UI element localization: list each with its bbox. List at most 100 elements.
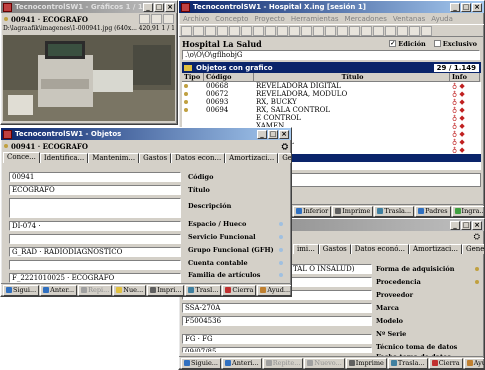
servicio-field[interactable] [9,234,181,244]
tab-gastos[interactable]: Gastos [139,153,172,163]
toolbar-icon[interactable] [349,25,360,36]
toolbar-icon[interactable] [205,25,216,36]
anterior-button[interactable]: Anteri... [222,357,262,369]
maximize-button[interactable]: □ [268,129,278,139]
inferior-button[interactable]: Inferior [293,205,332,217]
edicion-checkbox[interactable]: ✓ [389,40,397,47]
tab-mantenimiento[interactable]: imi... [293,244,319,254]
table-row[interactable]: 00694 RX, SALA CONTROL ♁ ◆ [182,106,481,114]
ayuda-button[interactable]: Ayuda... [463,357,484,369]
tab-general[interactable]: General [461,244,484,254]
toolbar-icon[interactable] [409,25,420,36]
traslada-button[interactable]: Trasla... [374,205,415,217]
minimize-button[interactable]: _ [257,129,267,139]
tecnico-field[interactable]: FG · FG [182,334,372,344]
menu-mercadones[interactable]: Mercadones [345,15,387,23]
gfh-field[interactable]: G_RAD · RADIODIAGNOSTICO [9,247,181,257]
toolbar-icon[interactable] [313,25,324,36]
minimize-button[interactable]: _ [450,220,460,230]
anterior-button[interactable]: Anter... [40,284,78,296]
tab-datos-economicos[interactable]: Datos econ... [171,153,226,163]
tab-mantenimiento[interactable]: Mantenim... [88,153,140,163]
traslada-button[interactable]: Trasla... [387,357,428,369]
descripcion-field[interactable] [9,198,181,218]
menu-archivo[interactable]: Archivo [183,15,209,23]
ayuda-button[interactable]: Ayud... [257,284,291,296]
padres-button[interactable]: Padres [415,205,451,217]
close-button[interactable]: × [165,2,175,12]
zoom-icon[interactable] [163,14,174,24]
menu-ventanas[interactable]: Ventanas [393,15,425,23]
codigo-field[interactable]: 00941 [9,172,181,182]
toolbar-icon[interactable] [301,25,312,36]
toolbar-icon[interactable] [421,25,432,36]
modelo-field[interactable]: SSA-270A [182,303,372,313]
repite-button[interactable]: Repite... [262,357,304,369]
nuevo-button[interactable]: Nue... [113,284,147,296]
menu-herramientas[interactable]: Herramientas [291,15,339,23]
objetos-window-titlebar[interactable]: TecnocontrolSW1 - Objetos _ □ × [1,128,291,140]
table-row[interactable]: 00672 REVELADORA, MODULO ♁ ◆ [182,90,481,98]
binoculars-icon[interactable]: ⛭ [282,141,288,152]
image-window-titlebar[interactable]: TecnocontrolSW1 - Gráficos 1 / 1 _ □ × [1,1,177,13]
path-field[interactable]: .\o\O\O\gflhobjG [182,50,480,60]
col-info[interactable]: Info [450,73,480,82]
col-codigo[interactable]: Código [204,73,254,82]
imprime-button[interactable]: Imprime [332,205,374,217]
tab-general[interactable]: General [278,153,291,163]
menu-proyecto[interactable]: Proyecto [254,15,284,23]
toolbar-icon[interactable] [181,25,192,36]
tab-amortizacion[interactable]: Amortizaci... [408,244,462,254]
toolbar-icon[interactable] [217,25,228,36]
maximize-button[interactable]: □ [154,2,164,12]
toolbar-icon[interactable] [373,25,384,36]
menu-ayuda[interactable]: Ayuda [431,15,453,23]
toolbar-icon[interactable] [265,25,276,36]
espacio-field[interactable]: DI-074 · [9,221,181,231]
siguiente-button[interactable]: Siguie... [181,357,222,369]
fecha-field[interactable]: 09/07/85 [182,347,372,353]
minimize-button[interactable]: _ [450,2,460,12]
tab-amortizacion[interactable]: Amortizaci... [225,153,279,163]
table-row[interactable]: 00668 REVELADORA DIGITAL ♁ ◆ [182,82,481,90]
close-button[interactable]: × [472,2,482,12]
cierra-button[interactable]: Cierra [428,357,463,369]
maximize-button[interactable]: □ [461,220,471,230]
imprime-button[interactable]: Imprime [345,357,387,369]
cuenta-field[interactable] [9,260,181,270]
tab-identificacion[interactable]: Identifica... [39,153,89,163]
toolbar-icon[interactable] [229,25,240,36]
col-titulo[interactable]: Título [254,73,450,82]
toolbar-icon[interactable] [193,25,204,36]
binoculars-icon[interactable]: ⛭ [474,232,480,242]
image-tool-icon[interactable] [139,14,150,24]
menu-concepto[interactable]: Concepto [215,15,248,23]
nuevo-button[interactable]: Nuevo... [304,357,345,369]
toolbar-icon[interactable] [361,25,372,36]
imprime-button[interactable]: Impri... [147,284,185,296]
toolbar-icon[interactable] [385,25,396,36]
serie-field[interactable]: F5004536 [182,316,372,326]
hospital-window-titlebar[interactable]: TecnocontrolSW1 - Hospital X.ing [sesión… [179,1,484,13]
minimize-button[interactable]: _ [143,2,153,12]
toolbar-icon[interactable] [337,25,348,36]
toolbar-icon[interactable] [253,25,264,36]
toolbar-icon[interactable] [325,25,336,36]
maximize-button[interactable]: □ [461,2,471,12]
table-row[interactable]: 00693 RX, BUCKY ♁ ◆ [182,98,481,106]
toolbar-icon[interactable] [289,25,300,36]
toolbar-icon[interactable] [241,25,252,36]
repite-button[interactable]: Repi... [78,284,113,296]
cierra-button[interactable]: Cierra [222,284,257,296]
traslada-button[interactable]: Trasl... [185,284,222,296]
familia-field[interactable]: F_2221010025 · ECOGRAFO [9,273,181,283]
ingresa-button[interactable]: Ingra... [451,205,484,217]
tab-gastos[interactable]: Gastos [318,244,351,254]
siguiente-button[interactable]: Sigui... [3,284,40,296]
print-icon[interactable] [151,14,162,24]
exclusivo-checkbox[interactable] [433,40,441,47]
titulo-field[interactable]: ECOGRAFO [9,185,181,195]
toolbar-icon[interactable] [397,25,408,36]
close-button[interactable]: × [472,220,482,230]
table-row[interactable]: E CONTROL ♁ ◆ [182,114,481,122]
